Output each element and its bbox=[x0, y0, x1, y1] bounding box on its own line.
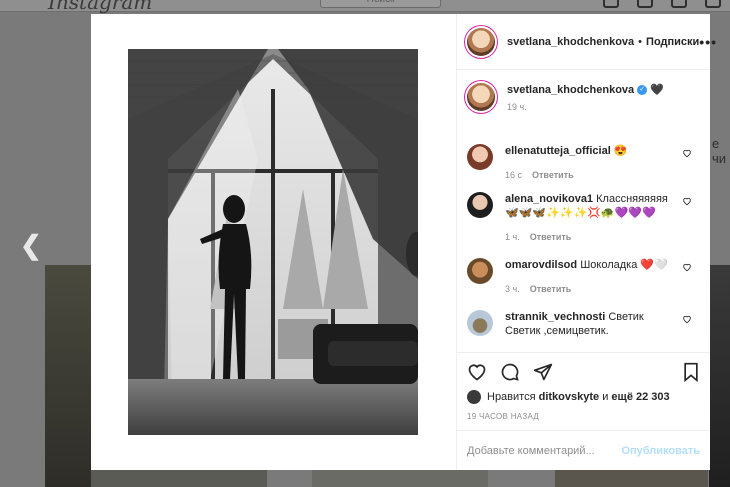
like-heart-icon[interactable] bbox=[467, 362, 487, 382]
post-timestamp[interactable]: 19 ЧАСОВ НАЗАД bbox=[467, 412, 700, 421]
comment-username[interactable]: ellenatutteja_official bbox=[505, 145, 611, 157]
comment-time[interactable]: 16 с bbox=[505, 170, 522, 180]
likes-joiner: и bbox=[602, 391, 609, 403]
comment-username[interactable]: strannik_vechnosti bbox=[505, 311, 605, 323]
reply-button[interactable]: Ответить bbox=[532, 170, 574, 180]
commenter-avatar[interactable] bbox=[467, 192, 493, 218]
likes-count[interactable]: ещё 22 303 bbox=[611, 391, 669, 403]
comment-input[interactable] bbox=[467, 444, 622, 457]
likes-prefix: Нравится bbox=[487, 391, 536, 403]
author-avatar[interactable] bbox=[467, 27, 495, 56]
comment-row: omarovdilsod Шоколадка ❤️🤍 3 ч. Ответить bbox=[467, 258, 700, 296]
like-comment-heart-icon[interactable] bbox=[682, 314, 692, 324]
comment-username[interactable]: alena_novikova1 bbox=[505, 193, 593, 205]
comment-text: 😍 bbox=[613, 145, 628, 157]
activity-icon bbox=[705, 0, 721, 8]
likes-summary: Нравится ditkovskyte и ещё 22 303 bbox=[467, 390, 700, 404]
liker-avatar[interactable] bbox=[467, 390, 481, 404]
comment-time[interactable]: 3 ч. bbox=[505, 284, 520, 294]
background-thumbnail bbox=[555, 470, 708, 487]
comment-row: ellenatutteja_official 😍 16 с Ответить bbox=[467, 144, 700, 182]
background-thumbnail bbox=[709, 265, 730, 487]
reply-button[interactable]: Ответить bbox=[530, 232, 572, 242]
commenter-avatar[interactable] bbox=[467, 258, 493, 284]
comment-username[interactable]: omarovdilsod bbox=[505, 259, 577, 271]
comment-text: Шоколадка ❤️🤍 bbox=[580, 259, 668, 271]
like-comment-heart-icon[interactable] bbox=[682, 196, 692, 206]
bookmark-icon[interactable] bbox=[682, 362, 700, 382]
commenter-avatar[interactable] bbox=[467, 310, 493, 336]
background-thumbnail bbox=[45, 265, 91, 487]
comment-row: strannik_vechnosti Светик Светик ,семицв… bbox=[467, 310, 700, 338]
action-icons bbox=[467, 361, 700, 383]
following-button[interactable]: Подписки bbox=[646, 36, 699, 48]
photo-illustration bbox=[128, 49, 418, 435]
like-comment-heart-icon[interactable] bbox=[682, 148, 692, 158]
comment-body: ellenatutteja_official 😍 16 с Ответить bbox=[505, 144, 670, 182]
caption-time[interactable]: 19 ч. bbox=[507, 102, 664, 112]
commenter-avatar[interactable] bbox=[467, 144, 493, 170]
background-search: Поиск bbox=[320, 0, 441, 8]
comment-body: strannik_vechnosti Светик Светик ,семицв… bbox=[505, 310, 670, 338]
post-modal: svetlana_khodchenkova • Подписки ••• sve… bbox=[91, 14, 716, 470]
add-comment-bar: Опубликовать bbox=[457, 430, 710, 470]
comment-meta: 3 ч. Ответить bbox=[505, 282, 670, 296]
author-username[interactable]: svetlana_khodchenkova bbox=[507, 36, 634, 48]
direct-icon bbox=[637, 0, 653, 8]
previous-arrow-icon[interactable]: ❮ bbox=[20, 230, 42, 261]
publish-button[interactable]: Опубликовать bbox=[621, 445, 700, 457]
home-icon bbox=[603, 0, 619, 8]
separator-dot: • bbox=[638, 35, 643, 48]
like-comment-heart-icon[interactable] bbox=[682, 262, 692, 272]
verified-badge-icon: ✓ bbox=[637, 85, 648, 96]
background-nav-icons bbox=[603, 0, 721, 8]
comment-time[interactable]: 1 ч. bbox=[505, 232, 520, 242]
author-avatar[interactable] bbox=[467, 83, 495, 111]
comment-meta: 16 с Ответить bbox=[505, 168, 670, 182]
background-thumbnail bbox=[312, 470, 488, 487]
more-options-icon[interactable]: ••• bbox=[699, 34, 717, 50]
comment-body: omarovdilsod Шоколадка ❤️🤍 3 ч. Ответить bbox=[505, 258, 670, 296]
explore-icon bbox=[671, 0, 687, 8]
caption-text: 🖤 bbox=[650, 84, 664, 96]
caption-username[interactable]: svetlana_khodchenkova bbox=[507, 84, 634, 96]
caption: svetlana_khodchenkova ✓ 🖤 19 ч. bbox=[507, 83, 664, 112]
liker-username[interactable]: ditkovskyte bbox=[539, 391, 600, 403]
background-thumbnail bbox=[91, 470, 267, 487]
post-actions: Нравится ditkovskyte и ещё 22 303 19 ЧАС… bbox=[457, 352, 710, 429]
comment-row: alena_novikova1 Классняяяяяя 🦋🦋🦋✨✨✨💢🐢💜💜💜… bbox=[467, 192, 700, 244]
share-paper-plane-icon[interactable] bbox=[533, 362, 553, 382]
comment-bubble-icon[interactable] bbox=[500, 362, 520, 382]
photo-pane bbox=[91, 14, 456, 470]
background-side-text: е чи bbox=[712, 136, 727, 166]
post-photo[interactable] bbox=[128, 49, 418, 435]
comment-meta: 1 ч. Ответить bbox=[505, 230, 670, 244]
post-header: svetlana_khodchenkova • Подписки ••• bbox=[457, 14, 716, 70]
background-logo: Instagram bbox=[48, 0, 153, 14]
reply-button[interactable]: Ответить bbox=[530, 284, 572, 294]
caption-row: svetlana_khodchenkova ✓ 🖤 19 ч. bbox=[467, 83, 700, 112]
post-sidebar: svetlana_khodchenkova • Подписки ••• sve… bbox=[456, 14, 716, 470]
comment-body: alena_novikova1 Классняяяяяя 🦋🦋🦋✨✨✨💢🐢💜💜💜… bbox=[505, 192, 670, 244]
